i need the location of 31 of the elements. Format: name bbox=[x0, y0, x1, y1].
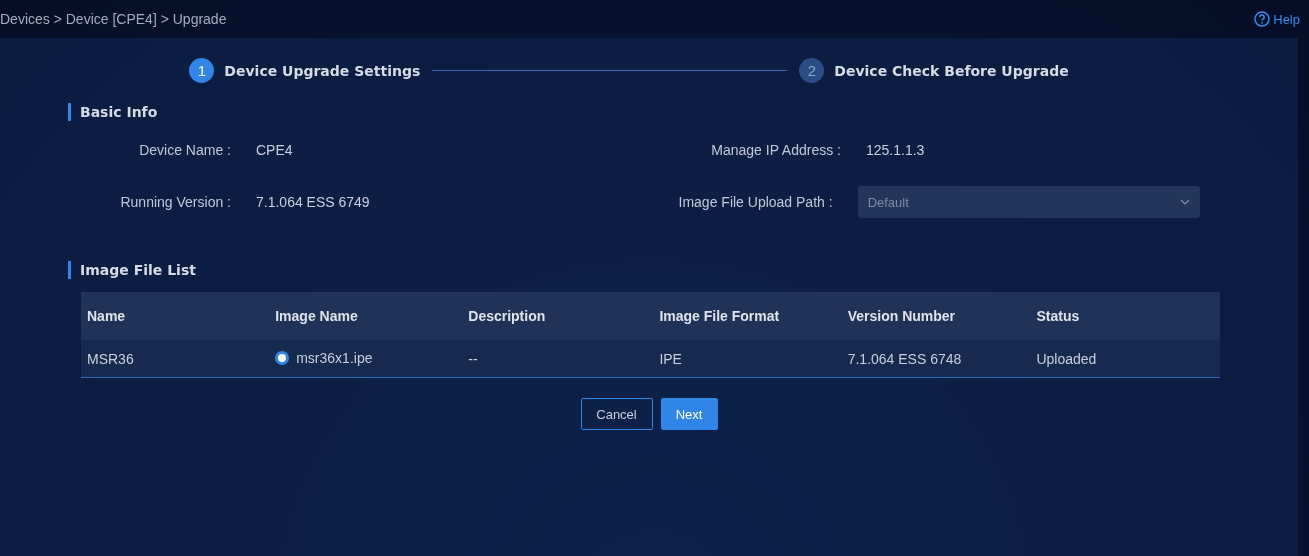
step: 2 Device Check Before Upgrade bbox=[799, 58, 1069, 83]
column-header: Name bbox=[87, 308, 126, 324]
section-title: Basic Info bbox=[68, 103, 1298, 121]
help-link[interactable]: Help bbox=[1254, 11, 1300, 27]
step: 1 Device Upgrade Settings bbox=[189, 58, 421, 83]
section-title: Image File List bbox=[68, 261, 1298, 279]
table-cell: Uploaded bbox=[1036, 350, 1097, 367]
table-cell: MSR36 bbox=[87, 350, 134, 367]
column-header: Version Number bbox=[847, 308, 956, 324]
field-value: 125.1.1.3 bbox=[866, 142, 925, 158]
breadcrumb: Devices > Device [CPE4] > Upgrade bbox=[0, 11, 227, 27]
column-header: Description bbox=[468, 308, 546, 324]
table-cell: 7.1.064 ESS 6748 bbox=[847, 350, 962, 367]
cancel-button[interactable]: Cancel bbox=[580, 398, 653, 430]
table-cell: -- bbox=[468, 350, 478, 367]
field-label: Running Version : bbox=[119, 194, 232, 210]
field-label: Image File Upload Path : bbox=[677, 194, 834, 210]
next-button[interactable]: Next bbox=[660, 398, 718, 430]
field-value: CPE4 bbox=[256, 142, 293, 158]
field-label: Device Name : bbox=[138, 142, 232, 158]
column-header: Image File Format bbox=[659, 308, 780, 324]
help-icon bbox=[1254, 11, 1271, 27]
table-cell: IPE bbox=[659, 350, 682, 367]
table-cell: msr36x1.ipe bbox=[296, 349, 373, 366]
upload-path-dropdown[interactable]: Default bbox=[857, 186, 1200, 218]
field-value: 7.1.064 ESS 6749 bbox=[256, 194, 370, 210]
column-header: Image Name bbox=[275, 308, 358, 324]
radio-button[interactable] bbox=[275, 350, 290, 365]
field-label: Manage IP Address : bbox=[710, 142, 842, 158]
chevron-down-icon bbox=[1180, 199, 1190, 205]
column-header: Status bbox=[1036, 308, 1080, 324]
